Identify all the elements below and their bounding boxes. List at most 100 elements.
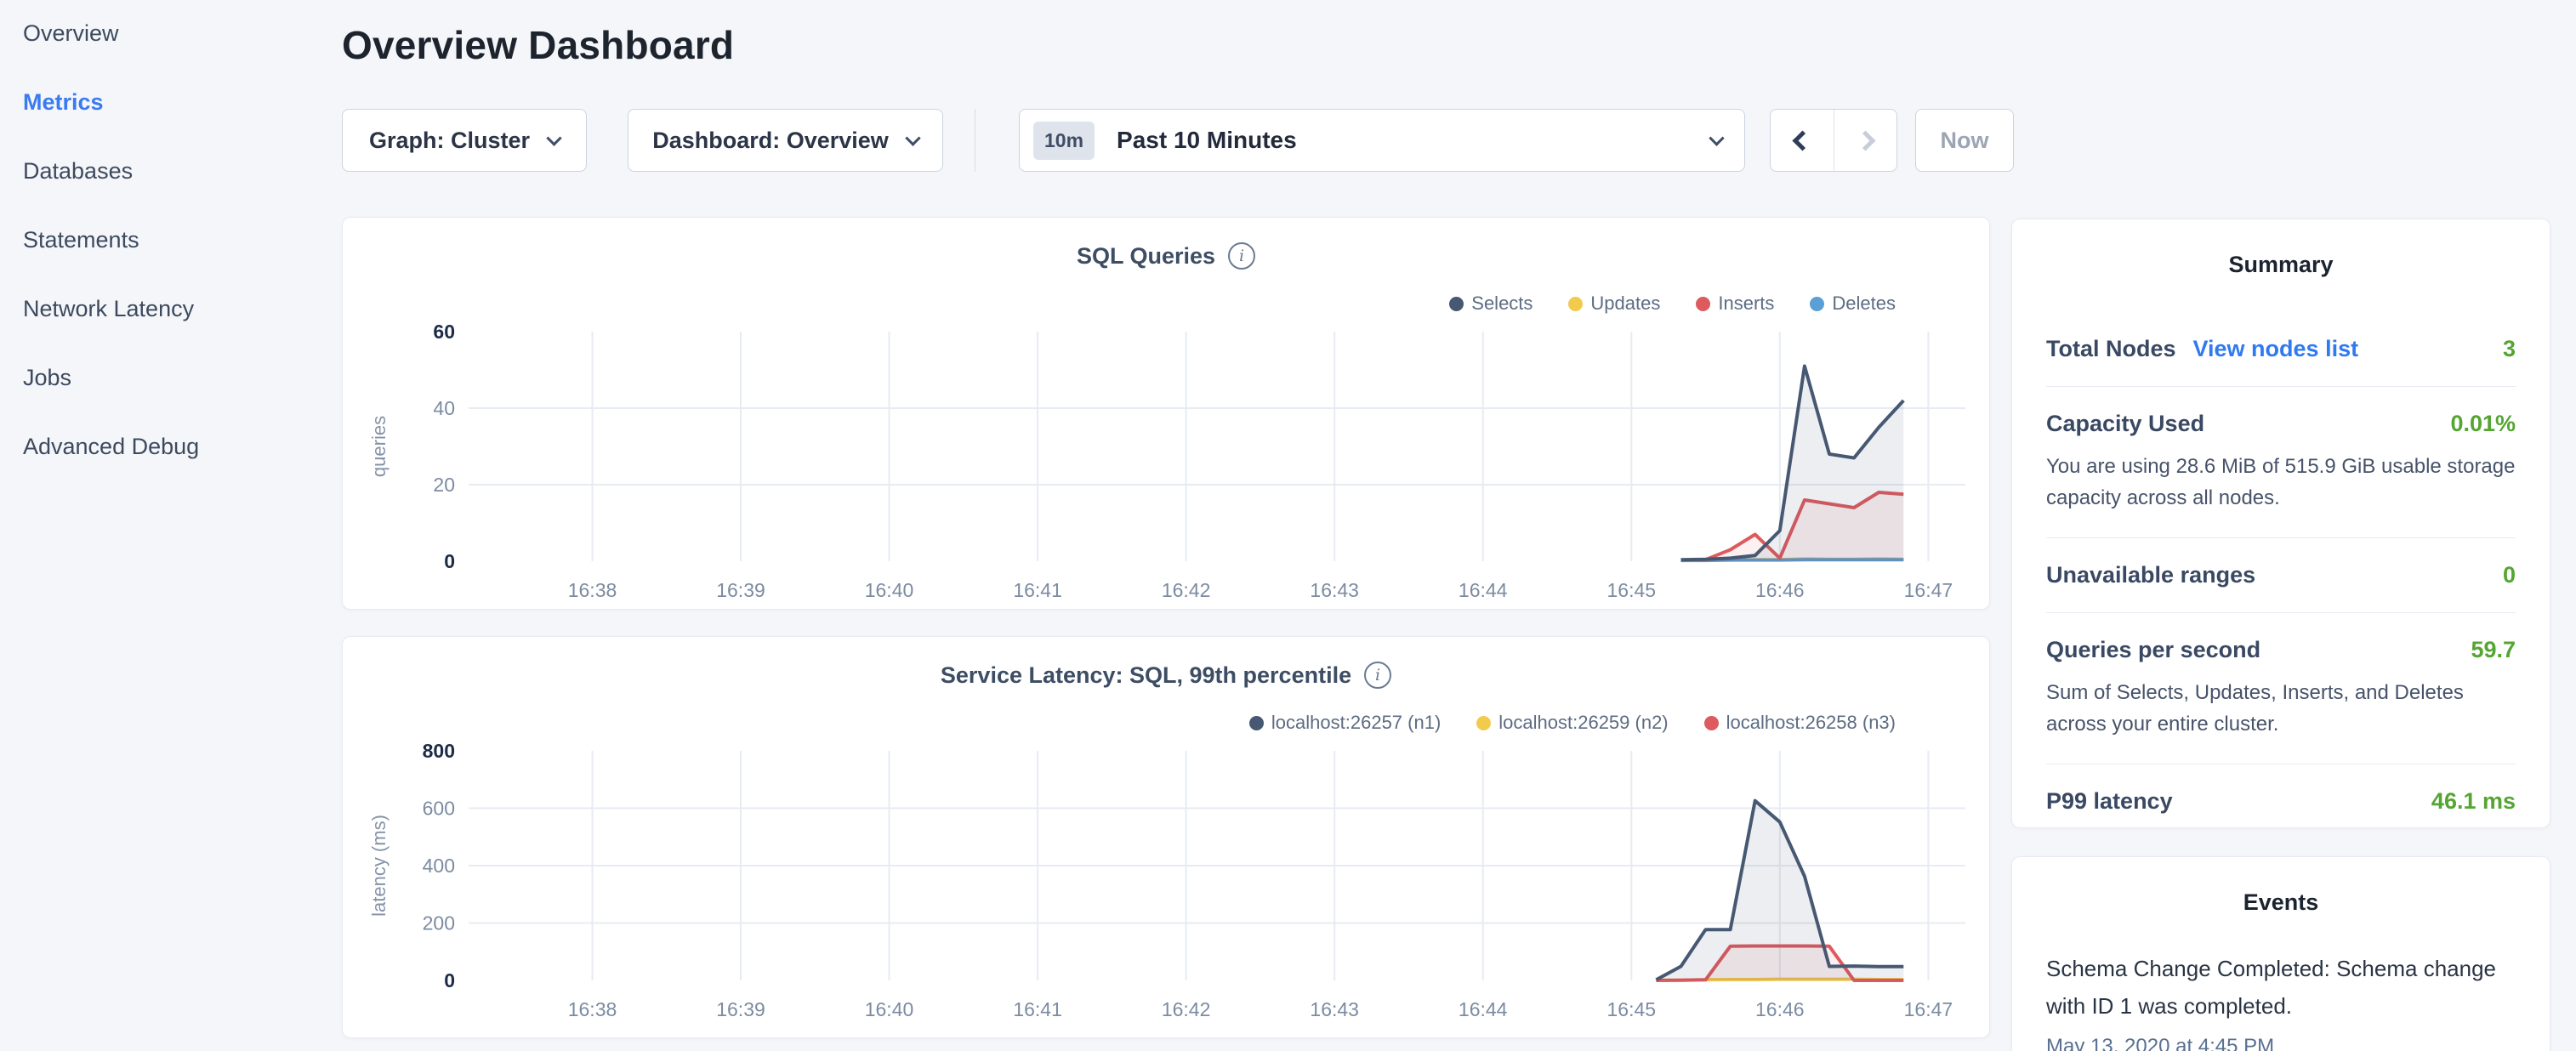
event-text: Schema Change Completed: Schema change w… — [2046, 950, 2516, 1025]
summary-value: 0.01% — [2450, 411, 2516, 437]
summary-panel: Summary Total Nodes View nodes list 3 Ca… — [2011, 219, 2550, 828]
view-nodes-list-link[interactable]: View nodes list — [2193, 336, 2359, 362]
events-panel: Events Schema Change Completed: Schema c… — [2011, 856, 2550, 1051]
svg-text:latency (ms): latency (ms) — [368, 815, 390, 917]
legend-dot-icon — [1476, 716, 1491, 730]
legend-item: Selects — [1449, 293, 1533, 315]
svg-text:40: 40 — [433, 397, 455, 419]
time-prev-button[interactable] — [1771, 110, 1834, 171]
summary-label: Unavailable ranges — [2046, 562, 2255, 588]
time-range-dropdown[interactable]: 10m Past 10 Minutes — [1019, 109, 1745, 172]
legend-item: Deletes — [1810, 293, 1896, 315]
sidebar-item-statements[interactable]: Statements — [23, 227, 340, 253]
summary-row-queries-per-second: Queries per second 59.7 Sum of Selects, … — [2046, 613, 2516, 764]
info-icon[interactable]: i — [1228, 242, 1255, 270]
legend-item: localhost:26259 (n2) — [1476, 712, 1668, 734]
sidebar: Overview Metrics Databases Statements Ne… — [0, 0, 340, 1051]
time-range-label: Past 10 Minutes — [1117, 127, 1297, 154]
svg-text:16:45: 16:45 — [1607, 579, 1657, 601]
time-pager — [1770, 109, 1897, 172]
svg-text:60: 60 — [433, 321, 455, 343]
dashboard-controls: Graph: Cluster Dashboard: Overview 10m P… — [342, 109, 2014, 172]
summary-label: P99 latency — [2046, 788, 2173, 815]
chart-title: Service Latency: SQL, 99th percentile — [941, 662, 1351, 689]
legend-item: localhost:26257 (n1) — [1249, 712, 1441, 734]
chevron-right-icon — [1855, 130, 1875, 151]
summary-row-total-nodes: Total Nodes View nodes list 3 — [2046, 312, 2516, 387]
summary-value: 3 — [2503, 336, 2516, 362]
summary-value: 46.1 ms — [2431, 788, 2516, 815]
time-next-button[interactable] — [1834, 110, 1896, 171]
summary-value: 0 — [2503, 562, 2516, 588]
svg-text:800: 800 — [423, 740, 455, 762]
svg-text:16:42: 16:42 — [1162, 579, 1211, 601]
legend-dot-icon — [1810, 297, 1824, 311]
svg-text:16:44: 16:44 — [1459, 998, 1508, 1020]
svg-text:16:42: 16:42 — [1162, 998, 1211, 1020]
svg-text:16:41: 16:41 — [1013, 579, 1062, 601]
legend-dot-icon — [1249, 716, 1264, 730]
dashboard-dropdown[interactable]: Dashboard: Overview — [628, 109, 943, 172]
svg-text:16:40: 16:40 — [865, 998, 914, 1020]
sidebar-item-overview[interactable]: Overview — [23, 20, 340, 46]
legend-item: localhost:26258 (n3) — [1704, 712, 1896, 734]
svg-text:16:46: 16:46 — [1755, 998, 1805, 1020]
event-item[interactable]: Schema Change Completed: Schema change w… — [2046, 950, 2516, 1051]
legend-item: Updates — [1568, 293, 1660, 315]
svg-text:20: 20 — [433, 474, 455, 496]
legend-dot-icon — [1704, 716, 1719, 730]
svg-text:16:43: 16:43 — [1310, 998, 1359, 1020]
info-icon[interactable]: i — [1364, 662, 1391, 689]
summary-label: Total Nodes — [2046, 336, 2176, 362]
chevron-down-icon — [1709, 130, 1724, 145]
svg-text:16:41: 16:41 — [1013, 998, 1062, 1020]
svg-text:16:38: 16:38 — [568, 998, 617, 1020]
dashboard-label: Dashboard: Overview — [652, 128, 889, 154]
svg-text:200: 200 — [423, 912, 455, 935]
main-content: Overview Dashboard Graph: Cluster Dashbo… — [342, 0, 2576, 68]
event-timestamp: May 13, 2020 at 4:45 PM — [2046, 1035, 2516, 1051]
page-title: Overview Dashboard — [342, 22, 2576, 68]
svg-text:0: 0 — [444, 969, 455, 991]
summary-label: Capacity Used — [2046, 411, 2204, 437]
sidebar-item-metrics[interactable]: Metrics — [23, 89, 340, 115]
svg-text:16:43: 16:43 — [1310, 579, 1359, 601]
svg-text:16:39: 16:39 — [716, 579, 765, 601]
summary-label: Queries per second — [2046, 637, 2260, 663]
svg-text:queries: queries — [368, 416, 390, 477]
chevron-down-icon — [905, 130, 920, 145]
svg-text:16:45: 16:45 — [1607, 998, 1657, 1020]
svg-text:16:44: 16:44 — [1459, 579, 1508, 601]
sidebar-item-jobs[interactable]: Jobs — [23, 365, 340, 390]
summary-value: 59.7 — [2471, 637, 2516, 663]
chevron-left-icon — [1792, 130, 1812, 151]
legend-dot-icon — [1696, 297, 1710, 311]
chart-title: SQL Queries — [1077, 243, 1215, 270]
now-button[interactable]: Now — [1915, 109, 2014, 172]
sidebar-item-network-latency[interactable]: Network Latency — [23, 296, 340, 321]
summary-description: Sum of Selects, Updates, Inserts, and De… — [2046, 677, 2516, 740]
chart-legend: localhost:26257 (n1) localhost:26259 (n2)… — [1214, 712, 1896, 734]
svg-text:400: 400 — [423, 855, 455, 877]
chart-legend: Selects Updates Inserts Deletes — [1413, 293, 1896, 315]
svg-text:16:47: 16:47 — [1904, 998, 1953, 1020]
legend-dot-icon — [1449, 297, 1464, 311]
time-range-badge: 10m — [1033, 122, 1095, 160]
summary-row-p99-latency: P99 latency 46.1 ms — [2046, 764, 2516, 838]
service-latency-chart[interactable]: 16:38 16:39 16:40 16:41 16:42 16:43 16:44 16:45… — [343, 730, 1991, 1030]
sql-queries-chart[interactable]: 16:3816:3916:4016:4116:4216:4316:4416:45… — [343, 311, 1991, 611]
service-latency-chart-card: Service Latency: SQL, 99th percentile i … — [342, 636, 1990, 1038]
sidebar-item-databases[interactable]: Databases — [23, 158, 340, 184]
svg-text:16:39: 16:39 — [716, 998, 765, 1020]
svg-text:600: 600 — [423, 798, 455, 820]
svg-text:16:47: 16:47 — [1904, 579, 1953, 601]
legend-item: Inserts — [1696, 293, 1774, 315]
graph-scope-dropdown[interactable]: Graph: Cluster — [342, 109, 587, 172]
events-title: Events — [2046, 889, 2516, 916]
chevron-down-icon — [546, 130, 561, 145]
summary-row-unavailable-ranges: Unavailable ranges 0 — [2046, 538, 2516, 613]
svg-text:16:40: 16:40 — [865, 579, 914, 601]
summary-row-capacity-used: Capacity Used 0.01% You are using 28.6 M… — [2046, 387, 2516, 538]
summary-description: You are using 28.6 MiB of 515.9 GiB usab… — [2046, 451, 2516, 514]
sidebar-item-advanced-debug[interactable]: Advanced Debug — [23, 434, 340, 459]
